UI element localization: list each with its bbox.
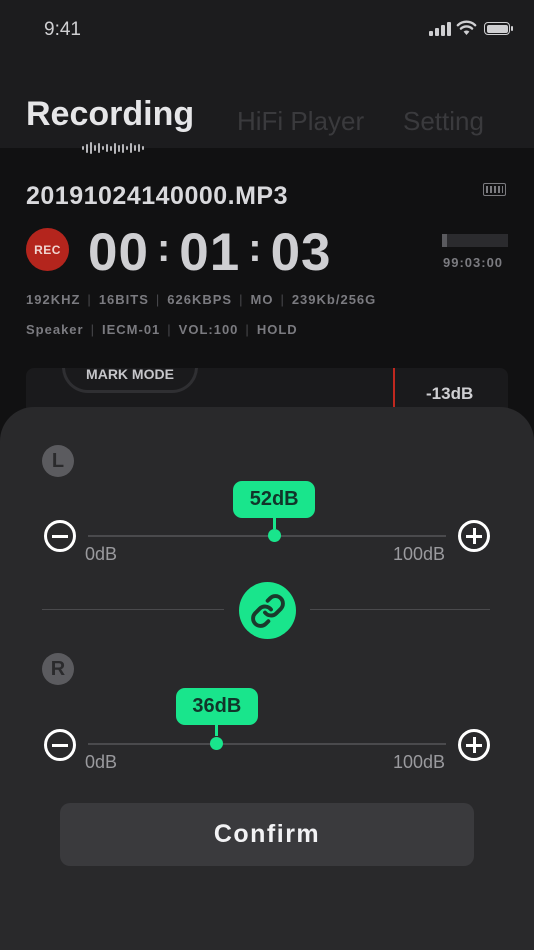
timer-separator: : (156, 226, 172, 270)
recording-level-meter (442, 234, 508, 247)
timer-separator: : (248, 226, 263, 270)
device-info-item: IECM-01 (101, 322, 161, 337)
info-separator: | (90, 322, 95, 337)
right-min-label: 0dB (85, 752, 118, 772)
right-gain-value-bubble: 36dB (175, 688, 258, 725)
right-increase-button[interactable] (458, 729, 490, 761)
left-channel-badge: L (42, 445, 74, 477)
mark-mode-button[interactable]: MARK MODE (62, 368, 198, 393)
format-info-item: 16BITS (98, 292, 149, 307)
left-decrease-button[interactable] (44, 520, 76, 552)
left-gain-value-bubble: 52dB (233, 481, 316, 518)
format-info-row: 192KHZ | 16BITS | 626KBPS | MO | 239Kb/256G (26, 292, 376, 307)
timer-hours: 00 (88, 223, 149, 282)
mark-mode-label: MARK MODE (86, 368, 174, 382)
status-bar: 9:41 (0, 0, 534, 60)
format-info-item: 626KBPS (167, 292, 233, 307)
channel-link-toggle[interactable] (239, 582, 296, 639)
db-level-readout: -13dB (426, 384, 474, 403)
cellular-signal-icon (429, 22, 451, 36)
status-time: 9:41 (44, 19, 81, 40)
tab-setting[interactable]: Setting (403, 106, 484, 137)
info-separator: | (245, 322, 250, 337)
right-gain-slider-track[interactable] (88, 743, 446, 745)
device-info-item: HOLD (256, 322, 298, 337)
active-tab-waveform-icon (82, 142, 144, 154)
remaining-time: 99:03:00 (443, 255, 504, 270)
left-max-label: 100dB (393, 544, 446, 564)
link-icon (250, 593, 285, 628)
format-info-item: 192KHZ (26, 292, 81, 307)
link-divider-right (310, 609, 490, 610)
timer-seconds: 03 (270, 223, 332, 282)
storage-card-icon (483, 183, 506, 196)
info-separator: | (167, 322, 172, 337)
info-separator: | (87, 292, 92, 307)
format-info-item: 239Kb/256G (291, 292, 377, 307)
confirm-label: Confirm (213, 820, 321, 848)
left-min-label: 0dB (85, 544, 118, 564)
device-info-row: Speaker | IECM-01 | VOL:100 | HOLD (26, 322, 298, 337)
format-info-item: MO (250, 292, 274, 307)
confirm-button[interactable]: Confirm (60, 803, 474, 866)
device-info-item: VOL:100 (178, 322, 239, 337)
right-decrease-button[interactable] (44, 729, 76, 761)
device-info-item: Speaker (26, 322, 84, 337)
left-gain-slider-thumb[interactable] (267, 529, 281, 542)
left-bubble-pointer (272, 517, 276, 529)
info-separator: | (155, 292, 161, 307)
right-channel-badge: R (42, 653, 74, 685)
tab-hifi-player[interactable]: HiFi Player (237, 106, 364, 137)
link-divider-left (42, 609, 224, 610)
right-bubble-pointer (215, 724, 219, 736)
recording-filename: 20191024140000.MP3 (26, 182, 289, 210)
rec-indicator-badge: REC (26, 228, 69, 271)
battery-icon (484, 22, 513, 35)
recording-timer: 00 : 01 : 03 (88, 222, 332, 283)
timer-minutes: 01 (179, 223, 241, 282)
wifi-icon (456, 20, 477, 35)
level-meter-fill (442, 234, 448, 247)
right-max-label: 100dB (393, 752, 446, 772)
info-separator: | (239, 292, 244, 307)
info-separator: | (280, 292, 285, 307)
tab-recording[interactable]: Recording (26, 95, 194, 134)
left-increase-button[interactable] (458, 520, 490, 552)
